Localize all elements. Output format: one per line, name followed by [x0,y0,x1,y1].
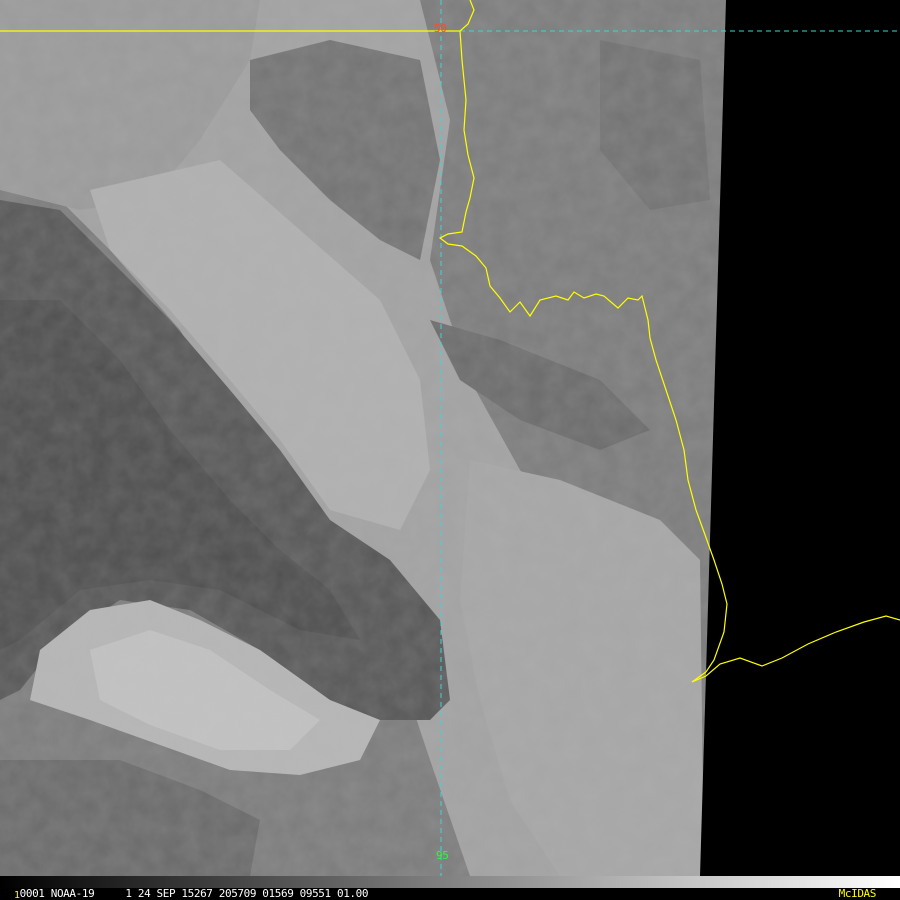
image-info-text: 10001 NOAA-19 1 24 SEP 15267 205709 0156… [14,888,368,900]
mcidas-brand-label: McIDAS [838,887,877,900]
imagery-texture [0,0,726,876]
image-info: 0001 NOAA-19 1 24 SEP 15267 205709 01569… [19,887,369,900]
no-data-area [700,0,900,876]
satellite-image-frame: 50 95 10001 NOAA-19 1 24 SEP 15267 20570… [0,0,900,900]
longitude-label: 95 [436,849,449,862]
latitude-label: 50 [434,22,447,35]
satellite-imagery [0,0,900,876]
status-bar: 10001 NOAA-19 1 24 SEP 15267 205709 0156… [0,876,900,900]
